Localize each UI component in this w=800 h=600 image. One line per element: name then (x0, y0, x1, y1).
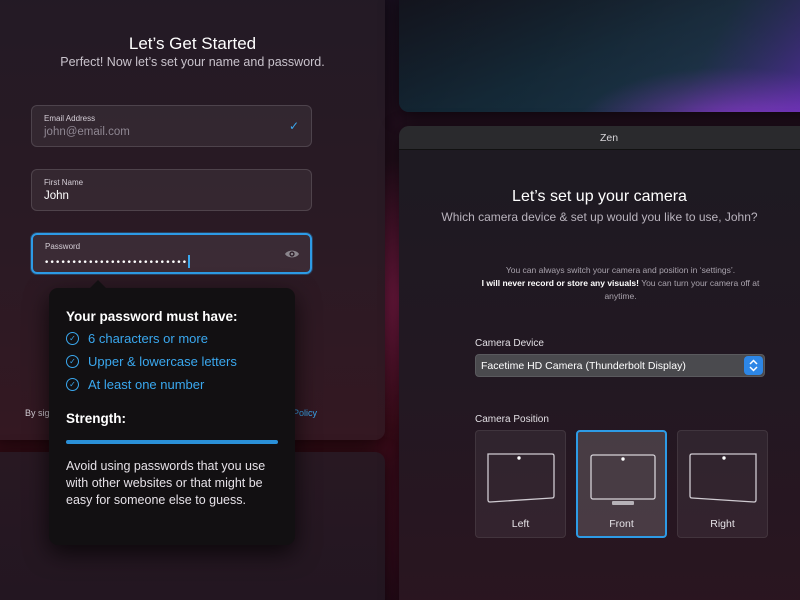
email-field[interactable]: Email Address john@email.com ✓ (31, 105, 312, 147)
signup-subtitle: Perfect! Now let’s set your name and pas… (60, 55, 325, 69)
camera-setup-window: Zen Let’s set up your camera Which camer… (399, 126, 800, 600)
email-value: john@email.com (44, 126, 130, 138)
camera-title: Let’s set up your camera (512, 188, 687, 205)
requirement-item: ✓ Upper & lowercase letters (66, 354, 237, 369)
first-name-value: John (44, 190, 69, 202)
eye-icon[interactable] (284, 247, 300, 265)
first-name-label: First Name (44, 178, 84, 187)
chevron-updown-icon[interactable] (744, 356, 763, 375)
monitor-right-icon (689, 453, 757, 503)
position-label-front: Front (609, 518, 634, 530)
requirement-item: ✓ 6 characters or more (66, 331, 208, 346)
position-label-right: Right (710, 518, 735, 530)
requirements-heading: Your password must have: (66, 309, 238, 324)
camera-note: You can always switch your camera and po… (481, 265, 760, 301)
position-option-front[interactable]: Front (576, 430, 667, 538)
monitor-left-icon (487, 453, 555, 503)
camera-position-label: Camera Position (475, 414, 549, 425)
privacy-policy-link[interactable]: Policy (293, 408, 317, 418)
password-value: •••••••••••••••••••••••••• (44, 255, 190, 268)
position-option-left[interactable]: Left (475, 430, 566, 538)
password-field[interactable]: Password •••••••••••••••••••••••••• (31, 233, 312, 274)
strength-label: Strength: (66, 411, 126, 426)
camera-subtitle: Which camera device & set up would you l… (441, 210, 758, 224)
check-circle-icon: ✓ (66, 332, 79, 345)
camera-device-value: Facetime HD Camera (Thunderbolt Display) (481, 360, 686, 372)
tooltip-arrow (89, 280, 107, 289)
password-advice: Avoid using passwords that you use with … (66, 459, 266, 507)
check-circle-icon: ✓ (66, 355, 79, 368)
position-label-left: Left (511, 518, 530, 530)
check-icon: ✓ (288, 119, 299, 133)
legal-text: By sig (25, 408, 50, 418)
position-option-right[interactable]: Right (677, 430, 768, 538)
camera-device-select[interactable]: Facetime HD Camera (Thunderbolt Display) (475, 354, 765, 377)
email-label: Email Address (44, 114, 96, 123)
first-name-field[interactable]: First Name John (31, 169, 312, 211)
requirement-item: ✓ At least one number (66, 377, 204, 392)
strength-meter (66, 440, 278, 444)
password-label: Password (45, 242, 81, 251)
monitor-front-icon (590, 454, 656, 505)
check-circle-icon: ✓ (66, 378, 79, 391)
window-titlebar[interactable]: Zen (399, 126, 800, 150)
signup-title: Let’s Get Started (128, 34, 257, 53)
camera-device-label: Camera Device (475, 338, 544, 349)
password-requirements-tooltip: Your password must have: ✓ 6 characters … (49, 280, 295, 545)
background-window (399, 0, 800, 112)
